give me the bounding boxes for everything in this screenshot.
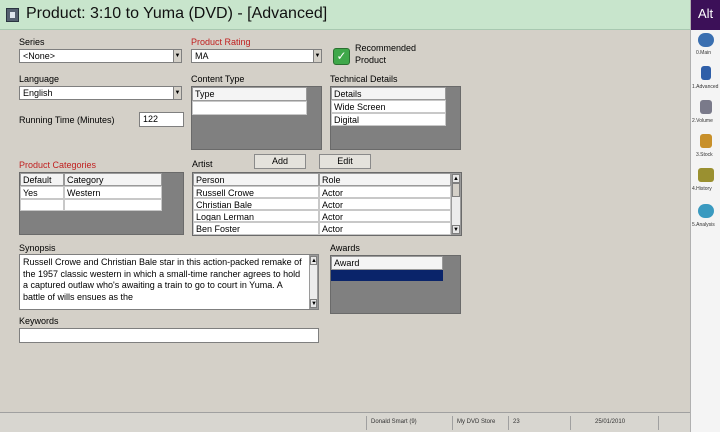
- artist-cell-role[interactable]: Actor: [319, 210, 451, 222]
- status-bar: Donald Smart (9) My DVD Store 23 25/01/2…: [0, 412, 690, 432]
- recommended-label-line1: Recommended: [355, 43, 417, 53]
- globe-icon[interactable]: [698, 33, 714, 47]
- edit-artist-button[interactable]: Edit: [319, 154, 371, 169]
- recommended-checkbox[interactable]: ✓: [333, 48, 350, 65]
- running-time-field[interactable]: 122: [139, 112, 184, 127]
- artist-cell-role[interactable]: Actor: [319, 222, 451, 235]
- title-bar: Product: 3:10 to Yuma (DVD) - [Advanced]: [0, 0, 690, 30]
- sidebar-item-history[interactable]: 4.History: [692, 186, 712, 192]
- running-time-label: Running Time (Minutes): [19, 115, 115, 125]
- language-select[interactable]: English: [19, 86, 173, 100]
- sidebar-item-volume[interactable]: 2.Volume: [692, 118, 713, 124]
- artist-cell-person[interactable]: Ben Foster: [193, 222, 319, 235]
- volume-icon[interactable]: [700, 100, 712, 114]
- keywords-label: Keywords: [19, 316, 59, 326]
- product-rating-dropdown-button[interactable]: ▼: [313, 49, 322, 63]
- series-dropdown-button[interactable]: ▼: [173, 49, 182, 63]
- history-icon[interactable]: [698, 168, 714, 182]
- window-title: Product: 3:10 to Yuma (DVD) - [Advanced]: [26, 5, 328, 22]
- language-label: Language: [19, 74, 60, 84]
- technical-details-header: Details: [331, 87, 446, 100]
- product-categories-grid[interactable]: Default Category Yes Western: [19, 172, 184, 235]
- content-type-header: Type: [192, 87, 307, 101]
- artist-scroll-thumb[interactable]: [452, 183, 460, 197]
- artist-cell-person[interactable]: Christian Bale: [193, 198, 319, 210]
- status-empty-panel: [658, 416, 690, 430]
- content-type-label: Content Type: [191, 74, 245, 84]
- keywords-field[interactable]: [19, 328, 319, 343]
- technical-details-row[interactable]: Digital: [331, 113, 446, 126]
- series-label: Series: [19, 37, 45, 47]
- awards-grid[interactable]: Award: [330, 255, 461, 314]
- synopsis-label: Synopsis: [19, 243, 56, 253]
- artist-scrollbar[interactable]: ▲ ▼: [451, 173, 461, 235]
- categories-new-row[interactable]: [64, 199, 162, 211]
- add-artist-button[interactable]: Add: [254, 154, 306, 169]
- sidebar-item-advanced[interactable]: 1.Advanced: [692, 84, 718, 90]
- status-date: 25/01/2010: [570, 416, 658, 430]
- advanced-icon[interactable]: [701, 66, 711, 80]
- product-rating-label: Product Rating: [191, 37, 251, 47]
- analysis-icon[interactable]: [698, 204, 714, 218]
- categories-cell-default[interactable]: Yes: [20, 186, 64, 199]
- awards-label: Awards: [330, 243, 360, 253]
- artist-cell-role[interactable]: Actor: [319, 186, 451, 198]
- sidebar-item-analysis[interactable]: 5.Analysis: [692, 222, 715, 228]
- language-dropdown-button[interactable]: ▼: [173, 86, 182, 100]
- series-select[interactable]: <None>: [19, 49, 173, 63]
- scroll-down-arrow-icon[interactable]: ▼: [452, 225, 460, 234]
- artist-grid[interactable]: Person Role Russell Crowe Actor Christia…: [192, 172, 462, 236]
- technical-details-label: Technical Details: [330, 74, 398, 84]
- categories-new-row[interactable]: [20, 199, 64, 211]
- status-store-number: 23: [508, 416, 570, 430]
- artist-cell-person[interactable]: Logan Lerman: [193, 210, 319, 222]
- scroll-up-arrow-icon[interactable]: ▲: [310, 256, 317, 265]
- product-rating-select[interactable]: MA: [191, 49, 313, 63]
- artist-cell-role[interactable]: Actor: [319, 198, 451, 210]
- product-categories-label: Product Categories: [19, 160, 97, 170]
- technical-details-grid[interactable]: Details Wide Screen Digital: [330, 86, 461, 150]
- status-user: Donald Smart (9): [366, 416, 452, 430]
- categories-header-default[interactable]: Default: [20, 173, 64, 186]
- scroll-down-arrow-icon[interactable]: ▼: [310, 299, 317, 308]
- synopsis-textarea[interactable]: Russell Crowe and Christian Bale star in…: [19, 254, 319, 310]
- awards-header[interactable]: Award: [331, 256, 443, 270]
- artist-header-role[interactable]: Role: [319, 173, 451, 186]
- stock-icon[interactable]: [700, 134, 712, 148]
- technical-details-row[interactable]: Wide Screen: [331, 100, 446, 113]
- content-type-grid[interactable]: Type: [191, 86, 322, 150]
- content-type-empty-row[interactable]: [192, 101, 307, 115]
- categories-cell-category[interactable]: Western: [64, 186, 162, 199]
- artist-cell-person[interactable]: Russell Crowe: [193, 186, 319, 198]
- synopsis-scrollbar[interactable]: ▲ ▼: [309, 255, 318, 309]
- sidebar: Alt 0.Main 1.Advanced 2.Volume 3.Stock 4…: [690, 0, 720, 432]
- categories-header-category[interactable]: Category: [64, 173, 162, 186]
- recommended-label-line2: Product: [355, 55, 387, 65]
- artist-label: Artist: [192, 159, 213, 169]
- sidebar-item-main[interactable]: 0.Main: [696, 50, 711, 56]
- synopsis-text: Russell Crowe and Christian Bale star in…: [23, 257, 302, 302]
- product-window-icon: [6, 8, 19, 22]
- sidebar-item-stock[interactable]: 3.Stock: [696, 152, 713, 158]
- artist-header-person[interactable]: Person: [193, 173, 319, 186]
- sidebar-title: Alt: [691, 0, 720, 30]
- scroll-up-arrow-icon[interactable]: ▲: [452, 174, 460, 183]
- status-store: My DVD Store: [452, 416, 508, 430]
- awards-selected-row[interactable]: [331, 270, 443, 281]
